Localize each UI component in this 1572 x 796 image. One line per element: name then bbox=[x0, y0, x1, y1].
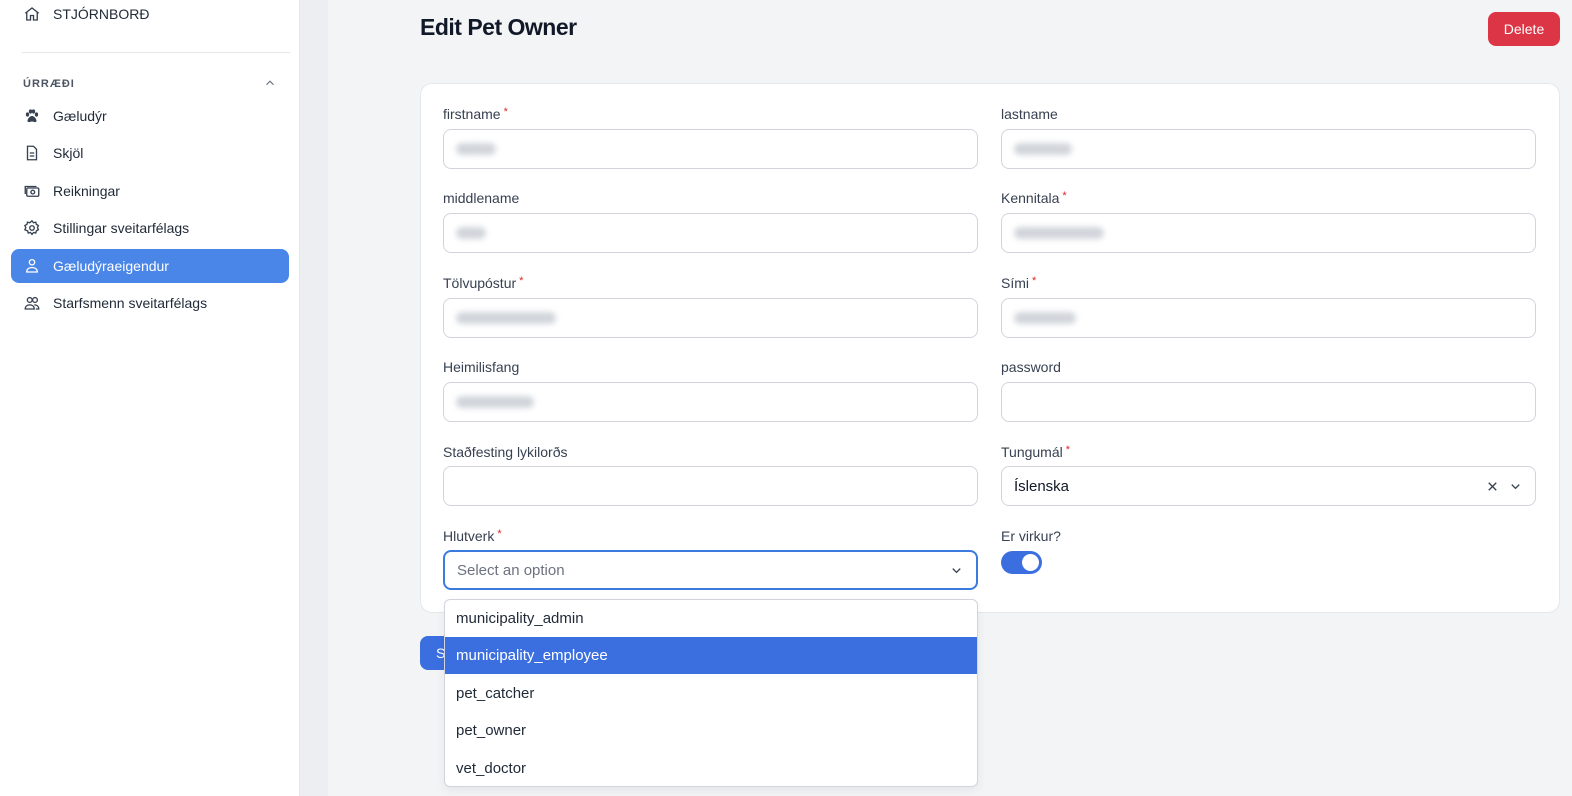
lastname-label: lastname bbox=[1001, 106, 1058, 122]
role-select-placeholder: Select an option bbox=[457, 561, 565, 579]
kennitala-label: Kennitala * bbox=[1001, 190, 1067, 206]
sidebar-item-label: Gæludýraeigendur bbox=[53, 258, 169, 274]
required-mark: * bbox=[1065, 444, 1071, 456]
language-select[interactable]: Íslenska bbox=[1001, 466, 1536, 506]
sidebar-item-municipality-staff[interactable]: Starfsmenn sveitarfélags bbox=[11, 286, 289, 320]
address-field[interactable] bbox=[443, 382, 978, 422]
chevron-down-icon[interactable] bbox=[1508, 479, 1523, 498]
redacted-value bbox=[456, 312, 556, 324]
delete-button[interactable]: Delete bbox=[1488, 12, 1560, 46]
password-field[interactable] bbox=[1001, 382, 1536, 422]
sidebar-item-pets[interactable]: Gæludýr bbox=[11, 99, 289, 133]
page-title: Edit Pet Owner bbox=[420, 14, 577, 40]
language-select-value: Íslenska bbox=[1014, 477, 1070, 495]
redacted-value bbox=[456, 396, 534, 408]
phone-field[interactable] bbox=[1001, 298, 1536, 338]
email-field[interactable] bbox=[443, 298, 978, 338]
firstname-label: firstname * bbox=[443, 106, 508, 122]
role-option[interactable]: pet_owner bbox=[445, 712, 977, 749]
sidebar: STJÓRNBORÐ ÚRRÆÐI Gæludýr Skjöl Reikning… bbox=[0, 0, 300, 796]
sidebar-group-label: ÚRRÆÐI bbox=[23, 78, 75, 90]
middlename-label: middlename bbox=[443, 190, 520, 206]
document-icon bbox=[23, 144, 41, 162]
chevron-up-icon[interactable] bbox=[263, 76, 277, 90]
cash-icon bbox=[23, 182, 41, 200]
sidebar-item-pet-owners[interactable]: Gæludýraeigendur bbox=[11, 249, 289, 283]
sidebar-item-label: Gæludýr bbox=[53, 108, 107, 124]
clear-icon[interactable] bbox=[1485, 479, 1500, 498]
redacted-value bbox=[456, 143, 496, 155]
users-icon bbox=[23, 257, 41, 275]
required-mark: * bbox=[497, 528, 502, 540]
redacted-value bbox=[456, 227, 486, 239]
redacted-value bbox=[1014, 227, 1104, 239]
sidebar-item-documents[interactable]: Skjöl bbox=[11, 136, 289, 170]
role-dropdown: municipality_admin municipality_employee… bbox=[444, 599, 978, 787]
language-label: Tungumál * bbox=[1001, 444, 1071, 460]
address-label: Heimilisfang bbox=[443, 359, 520, 375]
sidebar-item-label: Skjöl bbox=[53, 145, 84, 161]
firstname-field[interactable] bbox=[443, 129, 978, 169]
password-confirm-field[interactable] bbox=[443, 466, 978, 506]
sidebar-item-label: Starfsmenn sveitarfélags bbox=[53, 295, 208, 311]
role-option[interactable]: pet_catcher bbox=[445, 675, 977, 712]
sidebar-item-dashboard[interactable]: STJÓRNBORÐ bbox=[11, 0, 289, 28]
role-option[interactable]: municipality_admin bbox=[445, 600, 977, 637]
phone-label: Sími * bbox=[1001, 275, 1037, 291]
sidebar-divider bbox=[22, 52, 290, 53]
redacted-value bbox=[1014, 312, 1076, 324]
gear-icon bbox=[23, 219, 41, 237]
required-mark: * bbox=[1032, 275, 1037, 287]
email-label: Tölvupóstur * bbox=[443, 275, 524, 291]
sidebar-item-label: Reikningar bbox=[53, 183, 120, 199]
required-mark: * bbox=[1062, 190, 1067, 202]
role-option[interactable]: vet_doctor bbox=[445, 750, 977, 786]
content-gutter bbox=[300, 0, 328, 796]
role-option-highlighted[interactable]: municipality_employee bbox=[445, 637, 977, 674]
sidebar-item-municipality-settings[interactable]: Stillingar sveitarfélags bbox=[11, 211, 289, 245]
home-icon bbox=[23, 5, 41, 23]
active-toggle[interactable] bbox=[1001, 551, 1042, 574]
sidebar-item-label: STJÓRNBORÐ bbox=[53, 6, 150, 22]
users-icon bbox=[23, 294, 41, 312]
sidebar-item-invoices[interactable]: Reikningar bbox=[11, 174, 289, 208]
active-label: Er virkur? bbox=[1001, 528, 1061, 544]
required-mark: * bbox=[503, 106, 508, 118]
lastname-field[interactable] bbox=[1001, 129, 1536, 169]
paw-icon bbox=[23, 107, 41, 125]
redacted-value bbox=[1014, 143, 1072, 155]
middlename-field[interactable] bbox=[443, 213, 978, 253]
required-mark: * bbox=[519, 275, 524, 287]
kennitala-field[interactable] bbox=[1001, 213, 1536, 253]
toggle-knob bbox=[1022, 554, 1039, 571]
role-label: Hlutverk * bbox=[443, 528, 502, 544]
sidebar-item-label: Stillingar sveitarfélags bbox=[53, 220, 190, 236]
role-select[interactable]: Select an option bbox=[443, 550, 978, 590]
chevron-down-icon[interactable] bbox=[949, 563, 964, 583]
password-confirm-label: Staðfesting lykilorðs bbox=[443, 444, 568, 460]
password-label: password bbox=[1001, 359, 1061, 375]
